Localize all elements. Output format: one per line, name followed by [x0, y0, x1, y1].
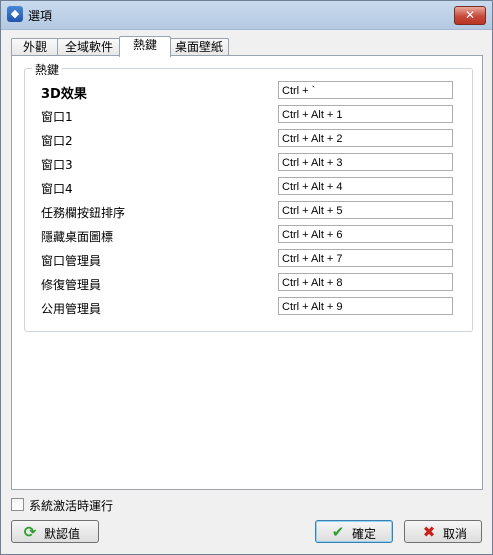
- ok-button[interactable]: ✔ 確定: [315, 520, 393, 543]
- tab-panel: 熱鍵 3D效果 Ctrl + ` 窗口1 Ctrl + Alt + 1 窗口2 …: [11, 55, 483, 490]
- hotkey-field[interactable]: Ctrl + Alt + 5: [278, 201, 453, 219]
- app-icon: ◆: [7, 6, 23, 22]
- refresh-icon: ⟳: [23, 523, 37, 541]
- tab-appearance[interactable]: 外觀: [11, 38, 59, 56]
- window-title: 選項: [28, 9, 53, 23]
- checkmark-icon: ✔: [331, 523, 345, 541]
- options-window: ◆ 選項 ✕ 外觀 全域軟件 熱鍵 桌面壁紙 熱鍵 3D效果 Ctrl + ` …: [0, 0, 493, 555]
- hotkey-row: 窗口4 Ctrl + Alt + 4: [25, 177, 472, 197]
- hotkey-row: 任務欄按鈕排序 Ctrl + Alt + 5: [25, 201, 472, 221]
- hotkey-label: 修復管理員: [41, 278, 102, 292]
- hotkey-row: 隱藏桌面圖標 Ctrl + Alt + 6: [25, 225, 472, 245]
- hotkey-row: 窗口2 Ctrl + Alt + 2: [25, 129, 472, 149]
- hotkey-label: 窗口2: [41, 134, 73, 148]
- hotkey-label: 隱藏桌面圖標: [41, 230, 114, 244]
- hotkey-field[interactable]: Ctrl + Alt + 9: [278, 297, 453, 315]
- close-button[interactable]: ✕: [454, 6, 486, 25]
- hotkey-label: 窗口1: [41, 110, 73, 124]
- group-title: 熱鍵: [32, 61, 63, 78]
- hotkey-field[interactable]: Ctrl + Alt + 2: [278, 129, 453, 147]
- tab-wallpaper[interactable]: 桌面壁紙: [169, 38, 229, 56]
- defaults-button[interactable]: ⟳ 默認值: [11, 520, 99, 543]
- defaults-button-label: 默認值: [44, 527, 81, 541]
- title-bar[interactable]: ◆ 選項 ✕: [1, 1, 492, 30]
- hotkey-field[interactable]: Ctrl + Alt + 6: [278, 225, 453, 243]
- hotkey-row: 窗口1 Ctrl + Alt + 1: [25, 105, 472, 125]
- ok-button-label: 確定: [352, 527, 377, 541]
- startup-checkbox-label[interactable]: 系統激活時運行: [29, 497, 113, 514]
- cancel-button[interactable]: ✖ 取消: [404, 520, 482, 543]
- hotkey-row: 窗口3 Ctrl + Alt + 3: [25, 153, 472, 173]
- hotkey-label: 窗口4: [41, 182, 73, 196]
- hotkey-row: 公用管理員 Ctrl + Alt + 9: [25, 297, 472, 317]
- hotkey-field[interactable]: Ctrl + Alt + 7: [278, 249, 453, 267]
- hotkey-label: 任務欄按鈕排序: [41, 206, 126, 220]
- cancel-x-icon: ✖: [422, 523, 436, 541]
- hotkey-label: 窗口3: [41, 158, 73, 172]
- hotkey-field[interactable]: Ctrl + Alt + 3: [278, 153, 453, 171]
- tab-hotkeys[interactable]: 熱鍵: [119, 36, 171, 57]
- hotkey-label: 公用管理員: [41, 302, 102, 316]
- hotkey-label: 3D效果: [41, 87, 87, 102]
- startup-checkbox[interactable]: [11, 498, 24, 511]
- hotkey-field[interactable]: Ctrl + Alt + 4: [278, 177, 453, 195]
- cancel-button-label: 取消: [443, 527, 468, 541]
- hotkey-field[interactable]: Ctrl + Alt + 1: [278, 105, 453, 123]
- hotkey-row: 修復管理員 Ctrl + Alt + 8: [25, 273, 472, 293]
- hotkey-field[interactable]: Ctrl + Alt + 8: [278, 273, 453, 291]
- hotkey-label: 窗口管理員: [41, 254, 102, 268]
- hotkey-row: 3D效果 Ctrl + `: [25, 81, 472, 102]
- tab-global-software[interactable]: 全域軟件: [57, 38, 121, 56]
- hotkeys-group: 熱鍵 3D效果 Ctrl + ` 窗口1 Ctrl + Alt + 1 窗口2 …: [24, 61, 473, 332]
- hotkey-row: 窗口管理員 Ctrl + Alt + 7: [25, 249, 472, 269]
- hotkey-field[interactable]: Ctrl + `: [278, 81, 453, 99]
